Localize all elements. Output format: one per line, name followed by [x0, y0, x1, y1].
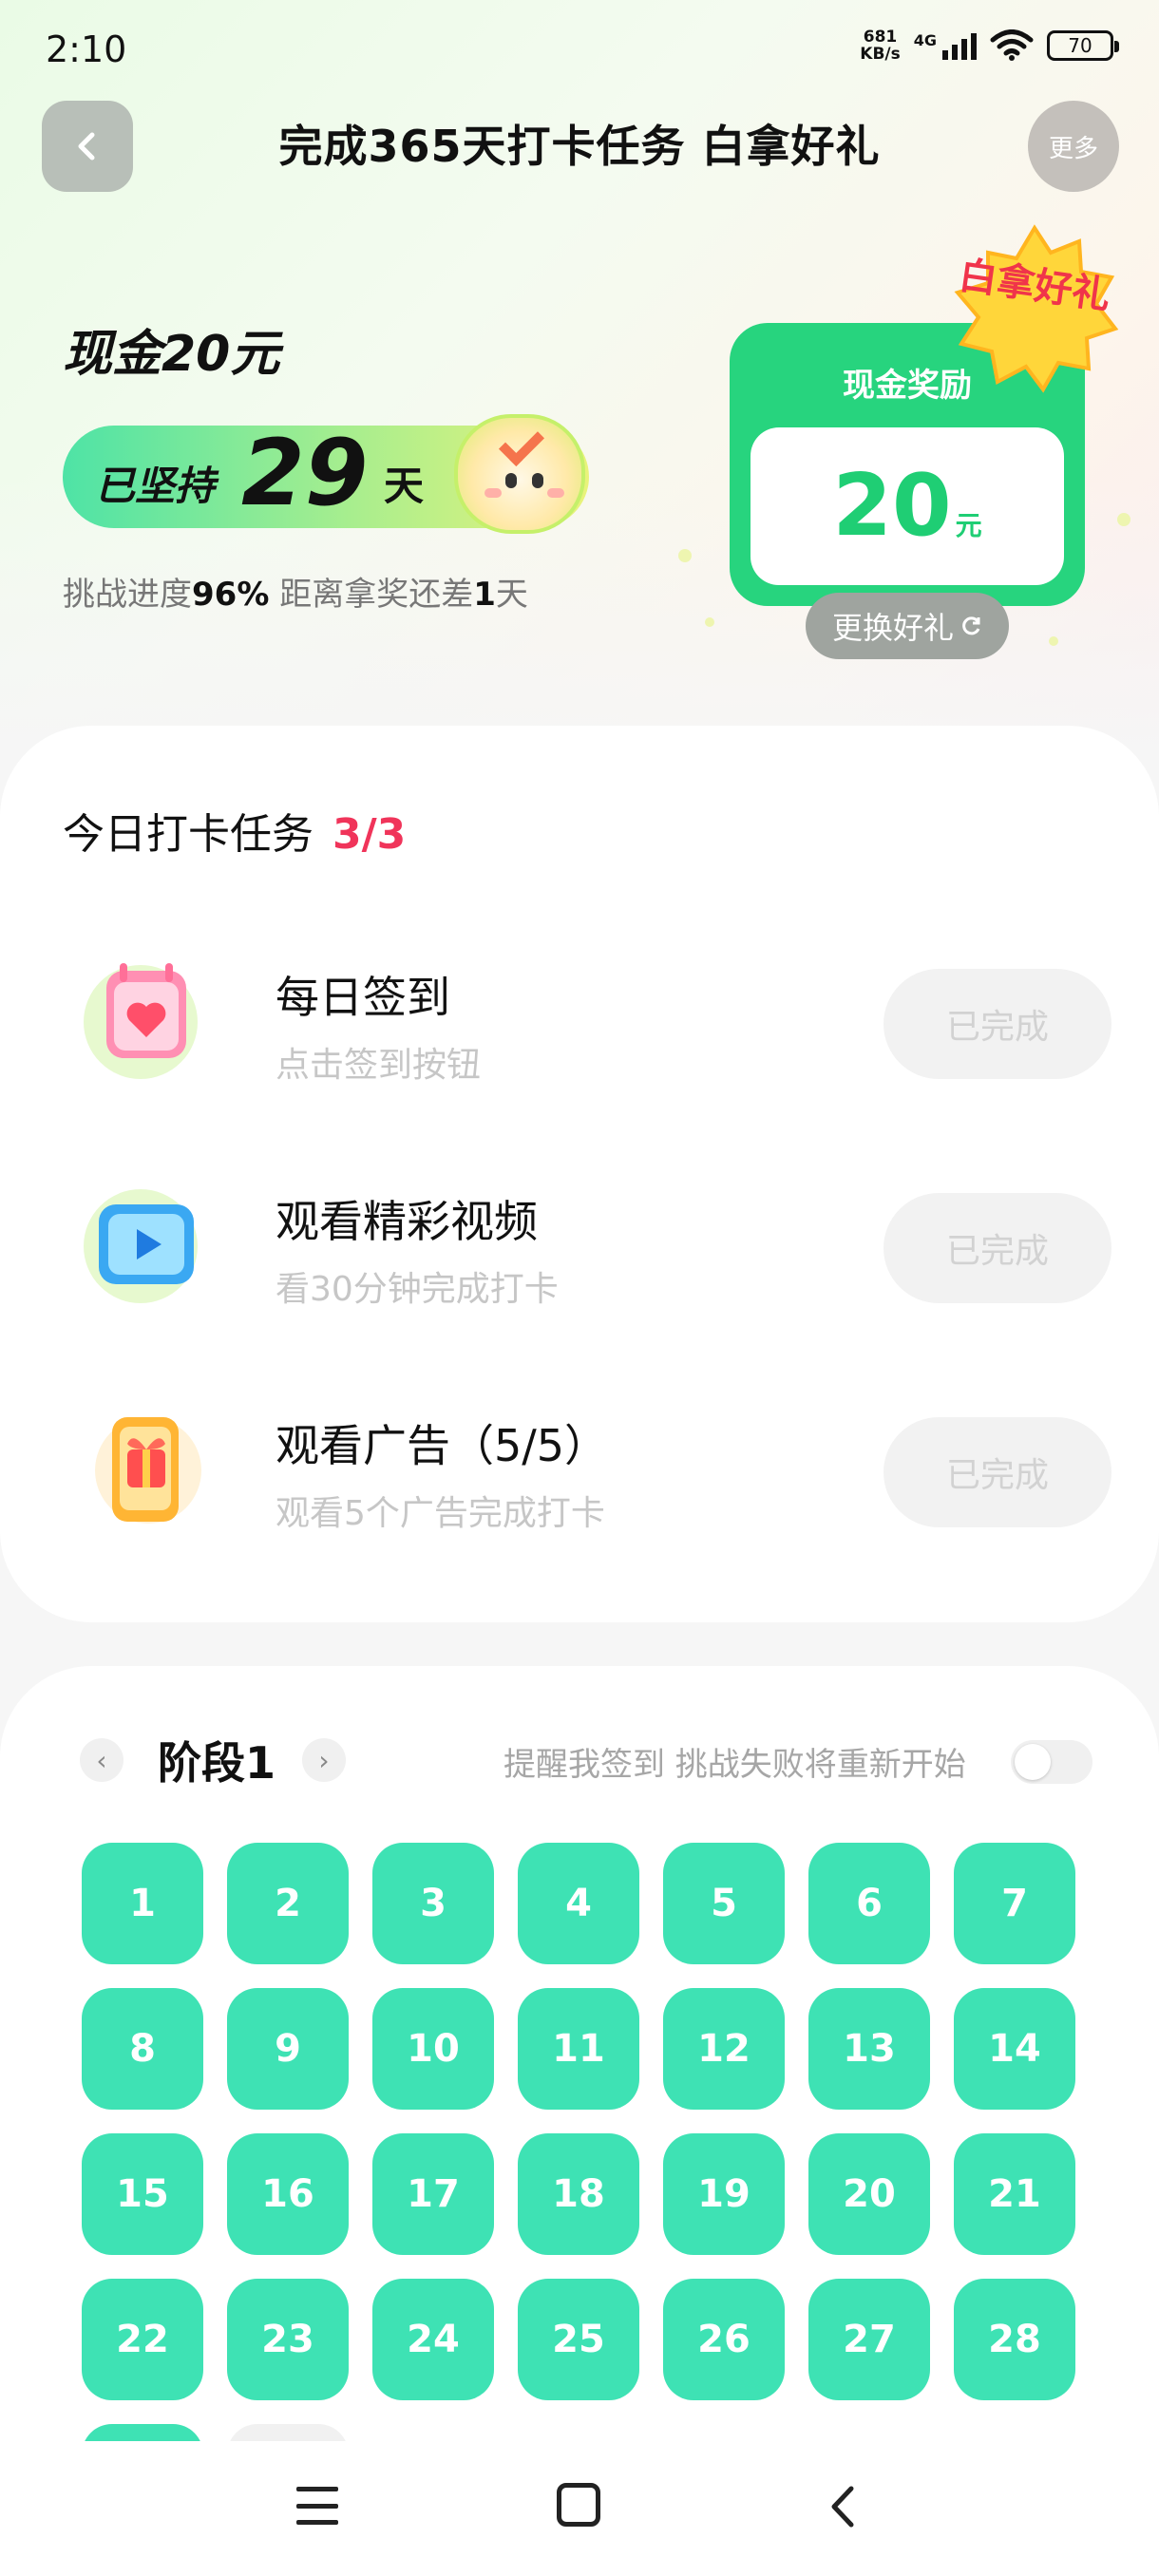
chevron-right-icon: ›: [318, 1744, 330, 1776]
signal-icon: 4G: [914, 31, 977, 60]
task-title: 观看广告（5/5）: [276, 1420, 609, 1471]
network-speed: 681 KB/s: [860, 28, 901, 64]
sparkle-dot: [1117, 513, 1130, 526]
day-tile[interactable]: 13: [808, 1988, 930, 2110]
chevron-left-icon: ‹: [96, 1744, 107, 1776]
swap-gift-button[interactable]: 更换好礼: [806, 593, 1009, 659]
persist-prefix: 已坚持: [95, 463, 216, 509]
day-tile[interactable]: 26: [663, 2279, 785, 2400]
status-icons: 681 KB/s 4G 70: [860, 28, 1119, 64]
day-tile[interactable]: 16: [227, 2133, 349, 2255]
day-tile[interactable]: 7: [954, 1843, 1075, 1964]
task-subtitle: 看30分钟完成打卡: [276, 1270, 559, 1309]
task-done-button[interactable]: 已完成: [884, 969, 1112, 1079]
day-tile[interactable]: 28: [954, 2279, 1075, 2400]
back-nav-icon[interactable]: [821, 2483, 868, 2530]
day-tile[interactable]: 1: [82, 1843, 203, 1964]
sparkle-dot: [678, 549, 692, 562]
day-tile[interactable]: 14: [954, 1988, 1075, 2110]
reward-amount-box: 20 元: [750, 427, 1064, 585]
day-tile[interactable]: 17: [372, 2133, 494, 2255]
day-tile[interactable]: 8: [82, 1988, 203, 2110]
free-gift-badge: 白拿好礼: [950, 224, 1119, 393]
day-tile[interactable]: 21: [954, 2133, 1075, 2255]
video-play-icon: [84, 1189, 198, 1303]
day-tile[interactable]: 15: [82, 2133, 203, 2255]
task-title: 每日签到: [276, 972, 450, 1023]
checkin-calendar-card: ‹ 阶段1 › 提醒我签到 挑战失败将重新开始 1 2 3 4 5 6 7 8 9 10 11 12 1…: [0, 1666, 1159, 2576]
task-title: 观看精彩视频: [276, 1196, 538, 1247]
day-tile[interactable]: 5: [663, 1843, 785, 1964]
gift-phone-icon: [95, 1417, 201, 1524]
day-tile[interactable]: 18: [518, 2133, 639, 2255]
day-tile[interactable]: 24: [372, 2279, 494, 2400]
sparkle-dot: [1049, 636, 1058, 646]
day-tile[interactable]: 23: [227, 2279, 349, 2400]
task-row: 每日签到 点击签到按钮 已完成: [0, 935, 1159, 1125]
battery-icon: 70: [1047, 30, 1119, 61]
daily-task-card: 今日打卡任务 3/3 每日签到 点击签到按钮 已完成 观看精彩视频 看30分钟完成…: [0, 726, 1159, 1622]
task-count: 3/3: [332, 810, 407, 859]
persist-days-count: 29: [241, 420, 369, 526]
sparkle-dot: [705, 617, 714, 627]
home-icon[interactable]: [557, 2483, 600, 2527]
challenge-progress: 挑战进度96% 距离拿奖还差1天: [63, 576, 528, 614]
day-tile[interactable]: 3: [372, 1843, 494, 1964]
status-time: 2:10: [46, 28, 127, 70]
day-tile[interactable]: 6: [808, 1843, 930, 1964]
more-button[interactable]: 更多: [1028, 101, 1119, 192]
day-tile[interactable]: 22: [82, 2279, 203, 2400]
next-stage-button[interactable]: ›: [302, 1738, 346, 1782]
task-subtitle: 点击签到按钮: [276, 1046, 482, 1085]
day-tile[interactable]: 9: [227, 1988, 349, 2110]
persist-suffix: 天: [384, 463, 425, 509]
day-tile[interactable]: 11: [518, 1988, 639, 2110]
system-nav-bar: [0, 2441, 1159, 2576]
menu-icon[interactable]: [296, 2487, 338, 2525]
day-tile[interactable]: 27: [808, 2279, 930, 2400]
remind-toggle[interactable]: [1011, 1740, 1092, 1784]
task-done-button[interactable]: 已完成: [884, 1417, 1112, 1527]
task-section-header: 今日打卡任务 3/3: [63, 810, 407, 859]
cash-title: 现金20元: [63, 326, 280, 383]
remind-text: 提醒我签到 挑战失败将重新开始: [504, 1746, 966, 1784]
refresh-icon: [962, 616, 980, 635]
day-tile[interactable]: 20: [808, 2133, 930, 2255]
mascot-check-icon: [454, 414, 585, 534]
task-subtitle: 观看5个广告完成打卡: [276, 1494, 605, 1533]
page-title: 完成365天打卡任务 白拿好礼: [278, 121, 881, 172]
calendar-heart-icon: [84, 963, 198, 1079]
task-row: 观看精彩视频 看30分钟完成打卡 已完成: [0, 1159, 1159, 1349]
day-tile[interactable]: 25: [518, 2279, 639, 2400]
reward-amount: 20: [832, 456, 952, 556]
day-tile[interactable]: 4: [518, 1843, 639, 1964]
wifi-icon: [990, 29, 1034, 61]
reward-unit: 元: [955, 510, 982, 541]
prev-stage-button[interactable]: ‹: [80, 1738, 124, 1782]
stage-label: 阶段1: [158, 1737, 276, 1789]
status-bar: 2:10 681 KB/s 4G 70: [0, 0, 1159, 95]
task-row: 观看广告（5/5） 观看5个广告完成打卡 已完成: [0, 1383, 1159, 1573]
day-tile[interactable]: 10: [372, 1988, 494, 2110]
day-tile[interactable]: 19: [663, 2133, 785, 2255]
task-done-button[interactable]: 已完成: [884, 1193, 1112, 1303]
day-tile[interactable]: 2: [227, 1843, 349, 1964]
day-tile[interactable]: 12: [663, 1988, 785, 2110]
